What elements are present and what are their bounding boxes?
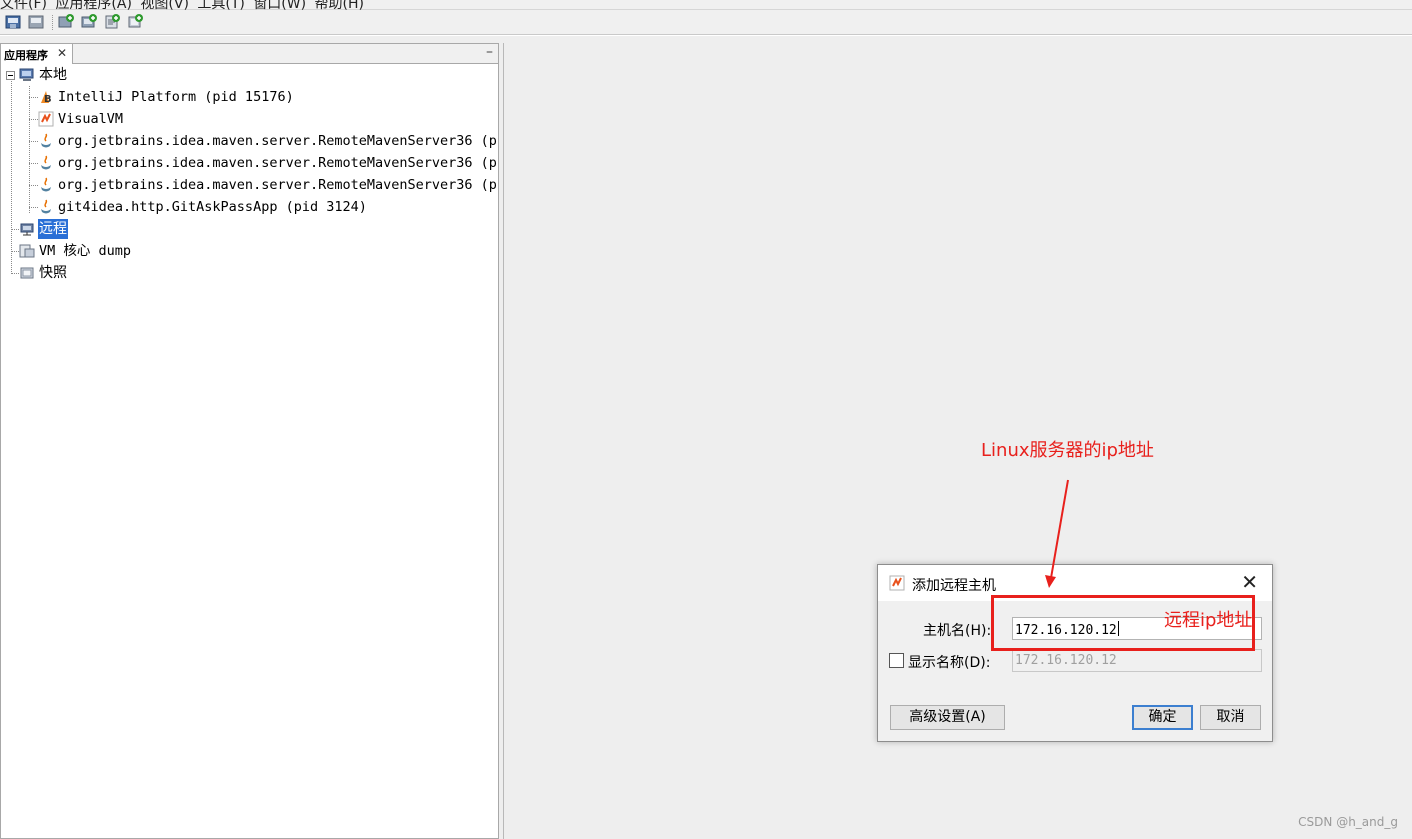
display-name-input[interactable]: 172.16.120.12 [1012, 649, 1262, 672]
annotation-linux-ip-note: Linux服务器的ip地址 [981, 440, 1154, 461]
display-name-label: 显示名称(D): [908, 655, 991, 671]
tree-label-remote: 远程 [38, 219, 68, 239]
advanced-settings-button[interactable]: 高级设置(A) [890, 705, 1005, 730]
panel-tabbar: 应用程序 ✕ – [1, 44, 498, 64]
tree-local-line [29, 86, 30, 213]
tree-branch [11, 251, 19, 252]
computer-icon [19, 67, 35, 83]
dialog-title: 添加远程主机 [912, 578, 996, 594]
tree-branch [29, 141, 38, 142]
visualvm-icon [889, 575, 905, 591]
tab-applications-label: 应用程序 [4, 49, 48, 62]
add-coredump-icon[interactable] [103, 13, 121, 31]
tree-label-local: 本地 [39, 67, 67, 83]
tree-label-snapshots: 快照 [39, 265, 67, 281]
intellij-icon: B [38, 89, 54, 105]
tree-label-app: org.jetbrains.idea.maven.server.RemoteMa… [58, 177, 498, 193]
menu-bar: 文件(F) 应用程序(A) 视图(V) 工具(T) 窗口(W) 帮助(H) [0, 0, 1412, 12]
tab-close-icon[interactable]: ✕ [57, 46, 67, 60]
svg-text:B: B [44, 94, 52, 105]
annotation-remote-ip-note: 远程ip地址 [1164, 610, 1253, 631]
coredump-icon [19, 243, 35, 259]
tree-branch [11, 229, 19, 230]
collapse-toggle-icon[interactable] [6, 71, 15, 80]
java-icon [38, 177, 54, 193]
add-host-icon[interactable] [80, 13, 98, 31]
display-name-checkbox[interactable] [889, 653, 904, 668]
tab-applications[interactable]: 应用程序 ✕ [1, 44, 73, 64]
tree-label-app: org.jetbrains.idea.maven.server.RemoteMa… [58, 133, 498, 149]
tree-root-line [11, 77, 12, 274]
tree-branch [29, 97, 38, 98]
tree-label-coredump: VM 核心 dump [39, 243, 132, 259]
toolbar-separator [52, 15, 53, 30]
snapshot-icon [19, 265, 35, 281]
tree-branch [29, 207, 38, 208]
applications-tree: 本地 B IntelliJ Platform (pid 15176) Visua… [1, 65, 498, 835]
visualvm-icon [38, 111, 54, 127]
add-snapshot-icon[interactable] [126, 13, 144, 31]
tree-branch [29, 163, 38, 164]
tree-branch [11, 273, 19, 274]
tree-branch [29, 119, 38, 120]
tree-label-app: VisualVM [58, 111, 124, 127]
remote-host-icon [19, 221, 35, 237]
display-name-value: 172.16.120.12 [1015, 653, 1117, 668]
java-icon [38, 199, 54, 215]
save-icon[interactable] [27, 13, 45, 31]
minimize-icon[interactable]: – [486, 44, 493, 60]
toolbar [0, 10, 1412, 35]
ok-button[interactable]: 确定 [1132, 705, 1193, 730]
watermark: CSDN @h_and_g [1298, 815, 1398, 829]
applications-panel: 应用程序 ✕ – 本地 B IntelliJ Platform (pid 151… [0, 43, 499, 839]
tree-branch [29, 185, 38, 186]
tree-label-app: org.jetbrains.idea.maven.server.RemoteMa… [58, 155, 498, 171]
close-icon[interactable]: ✕ [1241, 572, 1258, 592]
tree-label-app: IntelliJ Platform (pid 15176) [58, 89, 294, 105]
tree-label-app: git4idea.http.GitAskPassApp (pid 3124) [58, 199, 367, 215]
open-icon[interactable] [4, 13, 22, 31]
add-remote-host-dialog: 添加远程主机 ✕ 主机名(H): 172.16.120.12 显示名称(D): … [877, 564, 1273, 742]
java-icon [38, 155, 54, 171]
cancel-button[interactable]: 取消 [1200, 705, 1261, 730]
add-jmx-icon[interactable] [57, 13, 75, 31]
host-label: 主机名(H): [923, 623, 992, 639]
java-icon [38, 133, 54, 149]
